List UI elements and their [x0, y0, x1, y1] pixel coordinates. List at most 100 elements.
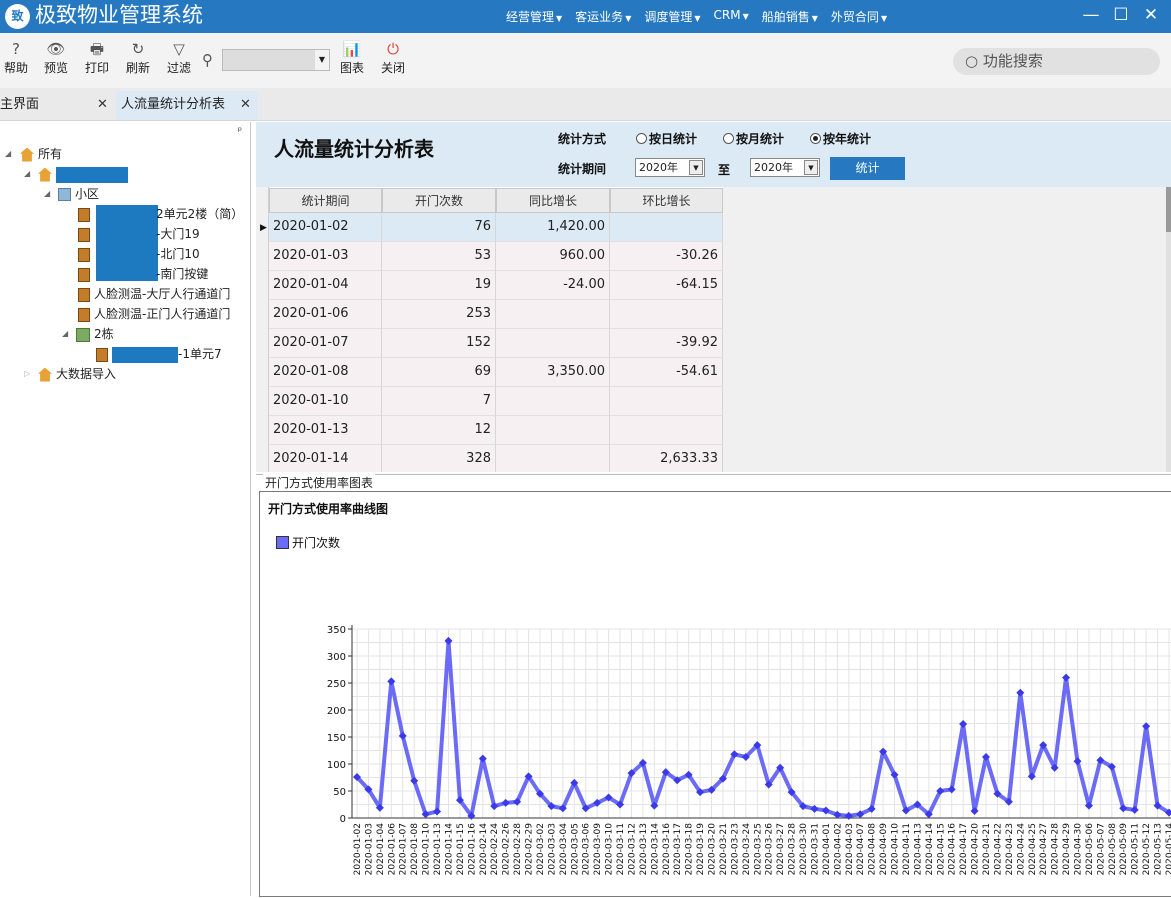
menu-item-crm[interactable]: CRM ▼: [714, 8, 749, 26]
table-cell-count[interactable]: 7: [382, 387, 496, 416]
tree-node-door-6[interactable]: 人脸测温-正门人行通道门: [78, 305, 230, 323]
period-label: 统计期间: [558, 162, 607, 176]
expand-arrow-icon[interactable]: ◢: [5, 145, 11, 163]
table-cell-mom[interactable]: 2,633.33: [610, 445, 723, 472]
menu-item-ship-sales[interactable]: 船舶销售 ▼: [762, 8, 818, 26]
search-icon[interactable]: ⚲: [202, 51, 213, 69]
radio-yearly[interactable]: 按年统计: [810, 130, 871, 147]
table-cell-period[interactable]: 2020-01-10: [269, 387, 382, 416]
column-header[interactable]: 开门次数: [382, 188, 496, 213]
x-tick-label: 2020-01-10: [422, 823, 432, 876]
tree-node-xiaoqu[interactable]: 小区: [58, 185, 99, 203]
tree-node-door-4[interactable]: -南门按键: [78, 265, 208, 283]
tree-node-unit[interactable]: -1单元7: [96, 345, 222, 363]
close-window-button[interactable]: ✕: [1137, 4, 1165, 26]
table-cell-period[interactable]: 2020-01-06: [269, 300, 382, 329]
table-cell-period[interactable]: 2020-01-13: [269, 416, 382, 445]
tab-traffic-report[interactable]: 人流量统计分析表 ✕: [116, 91, 258, 120]
close-icon[interactable]: ✕: [240, 91, 251, 119]
expand-arrow-icon[interactable]: ◢: [24, 165, 30, 183]
tab-main[interactable]: 主界面 ✕: [0, 91, 115, 120]
to-year-select[interactable]: 2020年 ▼: [750, 158, 820, 177]
table-cell-count[interactable]: 253: [382, 300, 496, 329]
table-cell-yoy[interactable]: 1,420.00: [496, 213, 610, 242]
close-button[interactable]: ⏻ 关闭: [373, 39, 413, 76]
chart-button[interactable]: 📊 图表: [332, 39, 372, 76]
column-header[interactable]: 同比增长: [496, 188, 610, 213]
table-cell-period[interactable]: 2020-01-07: [269, 329, 382, 358]
tree-node-door-2[interactable]: -大门19: [78, 225, 200, 243]
table-cell-yoy[interactable]: [496, 445, 610, 472]
table-cell-mom[interactable]: -30.26: [610, 242, 723, 271]
maximize-button[interactable]: ☐: [1107, 4, 1135, 26]
menu-item-foreign-trade[interactable]: 外贸合同 ▼: [831, 8, 887, 26]
table-cell-mom[interactable]: -54.61: [610, 358, 723, 387]
close-icon[interactable]: ✕: [97, 91, 108, 119]
vertical-scrollbar[interactable]: [1166, 187, 1171, 472]
tree-node-estate[interactable]: [38, 165, 128, 183]
table-cell-yoy[interactable]: [496, 416, 610, 445]
collapsed-arrow-icon[interactable]: ▷: [24, 365, 30, 383]
from-year-select[interactable]: 2020年 ▼: [635, 158, 705, 177]
table-cell-yoy[interactable]: -24.00: [496, 271, 610, 300]
tree-node-door-5[interactable]: 人脸测温-大厅人行通道门: [78, 285, 230, 303]
table-cell-yoy[interactable]: [496, 329, 610, 358]
table-cell-period[interactable]: 2020-01-03: [269, 242, 382, 271]
column-header[interactable]: 环比增长: [610, 188, 723, 213]
table-cell-count[interactable]: 19: [382, 271, 496, 300]
print-button[interactable]: 🖶 打印: [77, 39, 117, 76]
expand-arrow-icon[interactable]: ◢: [44, 185, 50, 203]
function-search-input[interactable]: ○ 功能搜索: [953, 48, 1160, 75]
table-cell-mom[interactable]: -64.15: [610, 271, 723, 300]
table-cell-period[interactable]: 2020-01-08: [269, 358, 382, 387]
table-cell-yoy[interactable]: [496, 387, 610, 416]
x-tick-label: 2020-04-14: [925, 823, 935, 876]
pin-icon[interactable]: ᵖ: [238, 126, 242, 137]
table-cell-mom[interactable]: -39.92: [610, 329, 723, 358]
table-cell-period[interactable]: 2020-01-04: [269, 271, 382, 300]
x-tick-label: 2020-04-16: [948, 823, 958, 876]
table-cell-mom[interactable]: [610, 416, 723, 445]
table-cell-mom[interactable]: [610, 300, 723, 329]
chevron-down-icon[interactable]: ▼: [315, 50, 329, 70]
x-tick-label: 2020-04-21: [982, 823, 992, 875]
chevron-down-icon[interactable]: ▼: [804, 160, 818, 175]
radio-daily[interactable]: 按日统计: [636, 130, 697, 147]
chevron-down-icon[interactable]: ▼: [689, 160, 703, 175]
filter-button[interactable]: ▽ 过滤: [159, 39, 199, 76]
help-button[interactable]: ? 帮助: [0, 39, 36, 76]
table-cell-period[interactable]: 2020-01-02: [269, 213, 382, 242]
radio-monthly[interactable]: 按月统计: [723, 130, 784, 147]
column-header[interactable]: 统计期间: [269, 188, 382, 213]
minimize-button[interactable]: —: [1077, 4, 1105, 26]
menu-item-operations[interactable]: 经营管理 ▼: [506, 8, 562, 26]
table-cell-yoy[interactable]: 3,350.00: [496, 358, 610, 387]
table-cell-mom[interactable]: [610, 213, 723, 242]
menu-item-dispatch[interactable]: 调度管理 ▼: [644, 8, 700, 26]
tree-node-root[interactable]: 所有: [20, 145, 62, 163]
table-cell-count[interactable]: 12: [382, 416, 496, 445]
tree-node-door-1[interactable]: 2单元2楼（简）: [78, 205, 243, 223]
table-cell-yoy[interactable]: [496, 300, 610, 329]
table-cell-count[interactable]: 69: [382, 358, 496, 387]
table-cell-count[interactable]: 328: [382, 445, 496, 472]
table-cell-mom[interactable]: [610, 387, 723, 416]
refresh-button[interactable]: ↻ 刷新: [118, 39, 158, 76]
tree-node-door-3[interactable]: -北门10: [78, 245, 200, 263]
table-cell-count[interactable]: 53: [382, 242, 496, 271]
expand-arrow-icon[interactable]: ◢: [62, 325, 68, 343]
preview-button[interactable]: 👁 预览: [36, 39, 76, 76]
table-cell-count[interactable]: 76: [382, 213, 496, 242]
scrollbar-thumb[interactable]: [1166, 187, 1171, 232]
x-tick-label: 2020-04-28: [1051, 823, 1061, 876]
tree-node-bigdata[interactable]: 大数据导入: [38, 365, 116, 383]
table-cell-period[interactable]: 2020-01-14: [269, 445, 382, 472]
menu-item-passenger[interactable]: 客运业务 ▼: [575, 8, 631, 26]
table-cell-count[interactable]: 152: [382, 329, 496, 358]
table-cell-yoy[interactable]: 960.00: [496, 242, 610, 271]
filter-combo[interactable]: ▼: [222, 49, 330, 71]
data-point: [1062, 673, 1071, 682]
tree-node-building[interactable]: 2栋: [76, 325, 114, 343]
stat-button[interactable]: 统计: [830, 157, 905, 180]
x-tick-label: 2020-03-26: [765, 823, 775, 876]
